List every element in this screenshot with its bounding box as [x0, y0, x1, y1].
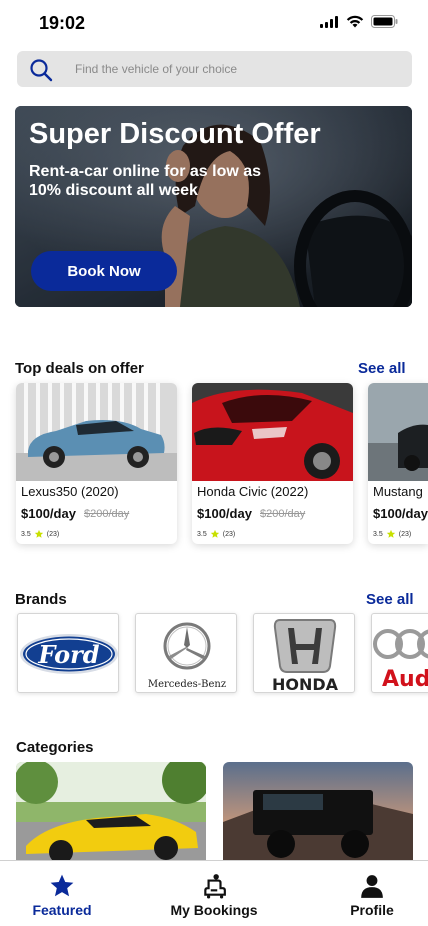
nav-featured[interactable]: Featured — [20, 861, 104, 926]
honda-logo: HONDA — [272, 619, 339, 693]
bottom-nav: Featured My Bookings Profile — [0, 860, 428, 926]
brand-card-honda[interactable]: HONDA — [253, 613, 355, 693]
deal-card[interactable]: Lexus350 (2020) $100/day $200/day 3.5 (2… — [16, 383, 177, 544]
user-icon — [361, 875, 383, 898]
search-input[interactable] — [75, 51, 395, 87]
category-card[interactable] — [16, 762, 206, 872]
category-card[interactable] — [223, 762, 413, 872]
audi-logo: Audi — [373, 629, 428, 692]
honda-logo-text: HONDA — [272, 675, 339, 693]
car-price: $100/day — [21, 506, 76, 521]
top-deals-see-all-link[interactable]: See all — [358, 360, 406, 377]
top-deals-title: Top deals on offer — [15, 360, 144, 377]
car-name: Lexus350 (2020) — [21, 484, 119, 499]
nav-my-bookings[interactable]: My Bookings — [164, 861, 264, 926]
ford-logo-text: Ford — [37, 640, 99, 669]
promo-banner[interactable]: Super Discount Offer Rent-a-car online f… — [15, 106, 412, 307]
signal-icon — [320, 15, 338, 28]
categories-title: Categories — [16, 739, 94, 756]
car-photo — [192, 383, 353, 481]
rating-value: 3.5 — [21, 530, 31, 538]
category-photo — [223, 762, 413, 872]
car-price: $100/day — [373, 506, 428, 521]
nav-profile-label: Profile — [350, 902, 394, 918]
car-rating: 3.5 (23) — [197, 529, 235, 539]
car-price: $100/day — [197, 506, 252, 521]
car-photo — [368, 383, 428, 481]
promo-title: Super Discount Offer — [29, 118, 321, 150]
battery-icon — [371, 15, 398, 28]
car-photo — [16, 383, 177, 481]
car-old-price: $200/day — [260, 508, 306, 520]
book-now-button[interactable]: Book Now — [31, 251, 177, 291]
review-count: (23) — [46, 530, 60, 538]
status-time: 19:02 — [39, 13, 86, 33]
brands-see-all-link[interactable]: See all — [366, 591, 414, 608]
car-rating: 3.5 (23) — [373, 529, 411, 539]
star-icon — [34, 529, 43, 538]
search-icon[interactable] — [29, 58, 53, 82]
car-name: Mustang — [373, 484, 423, 499]
car-name: Honda Civic (2022) — [197, 484, 309, 499]
rating-value: 3.5 — [197, 530, 207, 538]
deal-card[interactable]: Honda Civic (2022) $100/day $200/day 3.5… — [192, 383, 353, 544]
brands-title: Brands — [15, 591, 67, 608]
status-icons — [320, 15, 398, 28]
mercedes-logo-text: Mercedes-Benz — [148, 679, 226, 690]
review-count: (23) — [222, 530, 236, 538]
search-bar[interactable] — [17, 51, 412, 87]
nav-my-bookings-label: My Bookings — [170, 902, 258, 918]
nav-featured-label: Featured — [32, 902, 92, 918]
mercedes-logo: Mercedes-Benz — [148, 622, 226, 690]
star-icon — [386, 529, 395, 538]
wifi-icon — [346, 15, 364, 28]
app-screen: 19:02 Find the vehicle of your choice Su… — [0, 0, 428, 926]
car-seat-icon — [204, 874, 226, 899]
deal-card[interactable]: Mustang $100/day 3.5 (23) — [368, 383, 428, 544]
car-old-price: $200/day — [84, 508, 130, 520]
brand-card-ford[interactable]: Ford — [17, 613, 119, 693]
car-rating: 3.5 (23) — [21, 529, 59, 539]
star-icon — [50, 874, 74, 897]
brand-card-audi[interactable]: Audi — [371, 613, 428, 693]
audi-logo-text: Audi — [382, 667, 428, 692]
review-count: (23) — [398, 530, 412, 538]
brand-card-mercedes[interactable]: Mercedes-Benz — [135, 613, 237, 693]
ford-logo: Ford — [20, 634, 118, 674]
rating-value: 3.5 — [373, 530, 383, 538]
status-bar: 19:02 — [0, 0, 428, 46]
promo-subtitle: Rent-a-car online for as low as 10% disc… — [29, 163, 262, 199]
nav-profile[interactable]: Profile — [342, 861, 402, 926]
star-icon — [210, 529, 219, 538]
category-photo — [16, 762, 206, 872]
